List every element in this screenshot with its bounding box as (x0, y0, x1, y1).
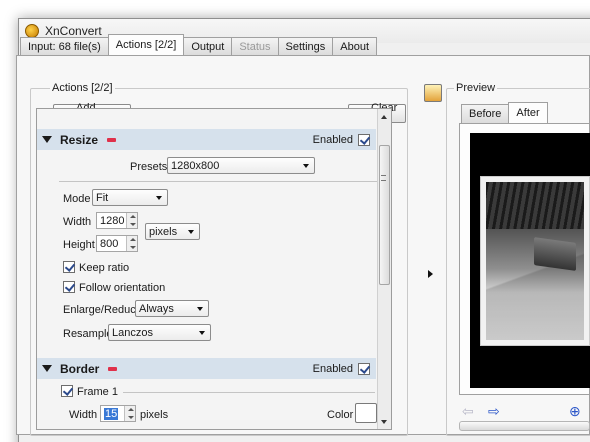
height-spinbox[interactable]: 800 (96, 235, 138, 252)
divider (123, 392, 375, 393)
border-enabled-checkbox[interactable] (358, 362, 370, 375)
keep-ratio-label: Keep ratio (79, 262, 130, 274)
scroll-up-icon[interactable] (381, 115, 387, 119)
xnconvert-logo-icon (25, 24, 39, 38)
resample-value: Lanczos (112, 326, 153, 339)
border-width-spinbox[interactable]: 15 (100, 405, 136, 422)
tab-settings[interactable]: Settings (277, 37, 334, 55)
keep-ratio-checkbox[interactable] (63, 261, 75, 273)
tab-output[interactable]: Output (183, 37, 233, 55)
resize-title: Resize (60, 132, 99, 147)
follow-orientation-label: Follow orientation (79, 282, 166, 294)
enlarge-reduce-label: Enlarge/Reduce (63, 304, 142, 316)
divider (59, 181, 385, 182)
actions-scrollbar[interactable] (377, 109, 391, 429)
chevron-down-icon (197, 307, 203, 311)
color-label: Color (327, 409, 354, 421)
expand-right-icon[interactable] (428, 270, 433, 278)
chevron-down-icon (199, 331, 205, 335)
preview-tabs: Before After (461, 102, 548, 123)
width-value: 1280 (100, 214, 125, 227)
border-unit-label: pixels (140, 409, 169, 421)
presets-value: 1280x800 (171, 159, 220, 172)
preview-scrollbar[interactable] (459, 421, 590, 431)
tab-actions[interactable]: Actions [2/2] (107, 34, 185, 55)
follow-orientation-checkbox[interactable] (63, 281, 75, 293)
collapse-triangle-icon[interactable] (42, 136, 52, 143)
presets-label: Presets (130, 161, 168, 173)
tab-about[interactable]: About (332, 37, 378, 55)
height-value: 800 (100, 237, 119, 250)
scroll-grip-icon (381, 175, 386, 181)
presets-select[interactable]: 1280x800 (167, 157, 315, 174)
enlarge-reduce-value: Always (139, 302, 174, 315)
preview-photo (486, 182, 584, 340)
unit-value: pixels (149, 225, 178, 238)
preview-title: Preview (454, 82, 498, 94)
unit-select[interactable]: pixels (145, 223, 200, 240)
tab-after[interactable]: After (508, 102, 548, 123)
remove-action-icon[interactable] (108, 366, 118, 371)
spin-arrows-icon[interactable] (126, 213, 137, 228)
resize-enabled-checkbox[interactable] (358, 133, 370, 146)
tab-status: Status (231, 37, 279, 55)
width-spinbox[interactable]: 1280 (96, 212, 138, 229)
resize-section-header[interactable]: Resize Enabled (37, 129, 376, 150)
enlarge-reduce-select[interactable]: Always (135, 300, 209, 317)
toggle-preview-icon[interactable] (424, 84, 442, 102)
previous-arrow-icon[interactable]: ⇦ (462, 403, 474, 420)
next-arrow-icon[interactable]: ⇨ (488, 403, 500, 420)
remove-action-icon[interactable] (107, 137, 117, 142)
scroll-down-icon[interactable] (381, 420, 387, 424)
border-section-header[interactable]: Border Enabled (37, 358, 376, 379)
frame-label: Frame 1 (77, 386, 118, 398)
mode-label: Mode (63, 193, 91, 205)
mode-select[interactable]: Fit (92, 189, 168, 206)
tab-before[interactable]: Before (461, 104, 510, 123)
collapse-triangle-icon[interactable] (42, 365, 52, 372)
resample-label: Resample (63, 328, 113, 340)
scroll-thumb[interactable] (379, 145, 390, 285)
border-enabled-label: Enabled (312, 362, 353, 375)
main-tabs: Input: 68 file(s) Actions [2/2] Output S… (20, 34, 378, 55)
tab-input[interactable]: Input: 68 file(s) (20, 37, 109, 55)
chevron-down-icon (188, 230, 194, 234)
border-title: Border (60, 361, 100, 376)
frame-checkbox[interactable] (61, 385, 73, 397)
height-label: Height (63, 239, 95, 251)
chevron-down-icon (156, 196, 162, 200)
mode-value: Fit (96, 191, 109, 204)
chevron-down-icon (303, 164, 309, 168)
width-label: Width (63, 216, 92, 228)
window-title: XnConvert (45, 24, 102, 38)
spin-arrows-icon[interactable] (126, 236, 137, 251)
actions-list[interactable]: Resize Enabled Presets 1280x800 Mode Fit… (36, 108, 392, 430)
resample-select[interactable]: Lanczos (108, 324, 211, 341)
border-width-label: Width (69, 409, 98, 421)
actions-group-title: Actions [2/2] (50, 82, 115, 94)
color-swatch-button[interactable] (355, 403, 377, 423)
resize-enabled-label: Enabled (312, 133, 353, 146)
zoom-in-icon[interactable]: ⊕ (569, 403, 581, 420)
border-width-value: 15 (104, 407, 119, 420)
preview-image (480, 176, 590, 346)
spin-arrows-icon[interactable] (124, 406, 135, 421)
